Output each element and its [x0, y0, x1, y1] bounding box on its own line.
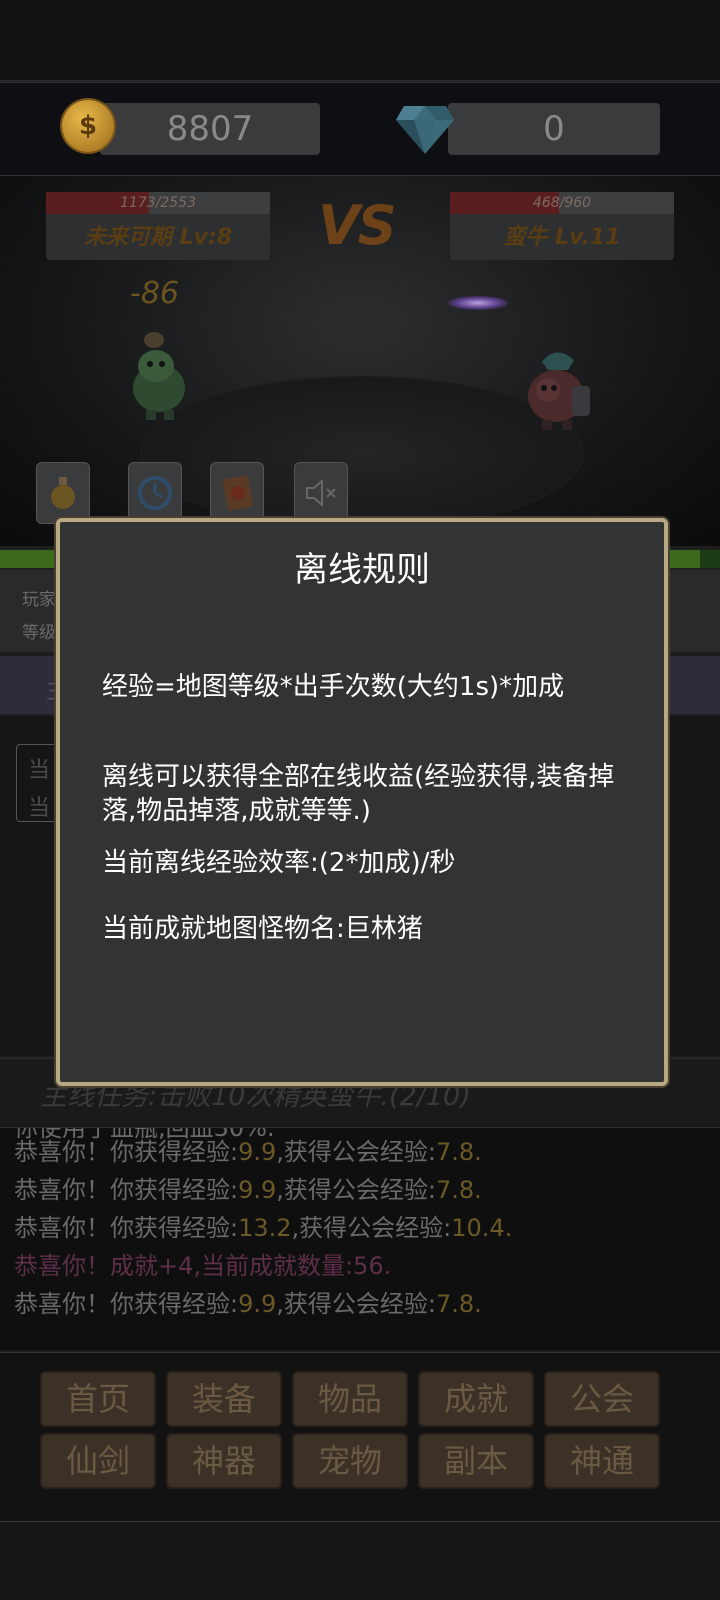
- card-icon: [221, 473, 255, 513]
- offline-rules-dialog[interactable]: 离线规则 经验=地图等级*出手次数(大约1s)*加成 离线可以获得全部在线收益(…: [56, 518, 668, 1086]
- nav-equipment-button[interactable]: 装备: [166, 1371, 282, 1427]
- battle-log: 你使用了血瓶,回血30%. 恭喜你！你获得经验:9.9,获得公会经验:7.8. …: [0, 1128, 720, 1350]
- enemy-status-card: 468/960 蛮牛 Lv.11: [450, 192, 674, 260]
- enemy-character: [512, 336, 602, 432]
- vs-label: VS: [318, 194, 397, 257]
- coin-count: 8807: [100, 103, 320, 155]
- diamond-icon: [394, 98, 456, 158]
- log-line-achievement: 恭喜你！成就+4,当前成就数量:56.: [14, 1252, 392, 1280]
- player-status-card: 1173/2553 未来可期 Lv:8: [46, 192, 270, 260]
- player-level-line: 等级: [22, 623, 56, 643]
- nav-artifact-button[interactable]: 神器: [166, 1433, 282, 1489]
- enemy-hp-text: 468/960: [532, 195, 592, 211]
- potion-skill-button[interactable]: [36, 462, 90, 524]
- log-line: 恭喜你！你获得经验:9.9,获得公会经验:7.8.: [14, 1138, 482, 1166]
- gem-count: 0: [448, 103, 660, 155]
- nav-power-button[interactable]: 神通: [544, 1433, 660, 1489]
- battle-scene: 1173/2553 未来可期 Lv:8 VS 468/960 蛮牛 Lv.11 …: [0, 176, 720, 546]
- player-character: [124, 326, 194, 422]
- log-line: 恭喜你！你获得经验:9.9,获得公会经验:7.8.: [14, 1176, 482, 1204]
- rule-exp-formula: 经验=地图等级*出手次数(大约1s)*加成: [102, 672, 565, 702]
- rule-exp-rate: 当前离线经验效率:(2*加成)/秒: [102, 848, 456, 878]
- player-hp-text: 1173/2553: [120, 195, 196, 211]
- card-skill-button[interactable]: [210, 462, 264, 524]
- player-name: 未来可期 Lv:8: [83, 225, 233, 250]
- clock-icon: [137, 475, 173, 511]
- nav-guild-button[interactable]: 公会: [544, 1371, 660, 1427]
- potion-icon: [49, 475, 77, 511]
- map-info-line: 当: [28, 758, 51, 783]
- enemy-name: 蛮牛 Lv.11: [503, 225, 621, 250]
- sound-toggle-button[interactable]: [294, 462, 348, 524]
- nav-achievements-button[interactable]: 成就: [418, 1371, 534, 1427]
- nav-dungeon-button[interactable]: 副本: [418, 1433, 534, 1489]
- nav-home-button[interactable]: 首页: [40, 1371, 156, 1427]
- nav-pet-button[interactable]: 宠物: [292, 1433, 408, 1489]
- bottom-blank-area: [0, 1522, 720, 1600]
- player-info-line: 玩家: [22, 590, 56, 610]
- coin-icon: $: [62, 100, 114, 152]
- speed-skill-button[interactable]: [128, 462, 182, 524]
- bottom-nav: 首页 装备 物品 成就 公会 仙剑 神器 宠物 副本 神通: [0, 1352, 720, 1522]
- nav-sword-button[interactable]: 仙剑: [40, 1433, 156, 1489]
- dialog-title: 离线规则: [294, 550, 430, 590]
- top-status-area: [0, 0, 720, 81]
- damage-number: -86: [130, 276, 179, 311]
- sound-off-icon: [303, 477, 339, 509]
- map-info-line: 当: [28, 796, 51, 821]
- log-line: 恭喜你！你获得经验:13.2,获得公会经验:10.4.: [14, 1214, 513, 1242]
- rule-offline-gains: 离线可以获得全部在线收益(经验获得,装备掉落,物品掉落,成就等等.): [102, 762, 615, 826]
- projectile-effect: [448, 296, 508, 310]
- rule-achievement-monster: 当前成就地图怪物名:巨林猪: [102, 914, 423, 944]
- log-line: 恭喜你！你获得经验:9.9,获得公会经验:7.8.: [14, 1290, 482, 1318]
- nav-items-button[interactable]: 物品: [292, 1371, 408, 1427]
